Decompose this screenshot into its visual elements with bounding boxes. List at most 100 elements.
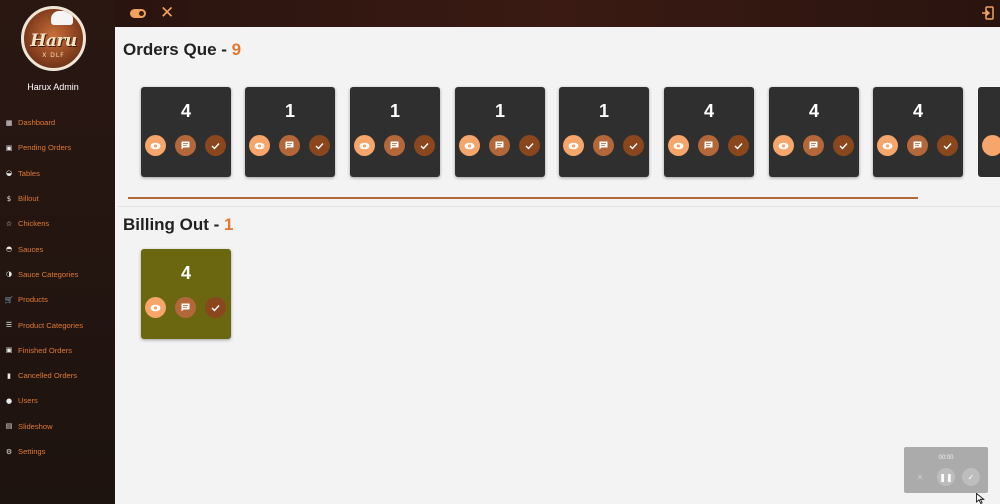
view-eye-icon[interactable] (145, 135, 166, 156)
calendar-check-icon: ▣ (5, 346, 13, 355)
admin-name: Harux Admin (27, 82, 79, 92)
sidebar-item-dashboard[interactable]: ▦ Dashboard (0, 110, 115, 135)
check-icon[interactable] (519, 135, 540, 156)
billing-out-label: Billing Out - (123, 215, 225, 234)
order-card[interactable]: 4 (141, 87, 231, 177)
section-separator (118, 206, 1000, 207)
check-icon[interactable] (623, 135, 644, 156)
images-icon: ▤ (5, 422, 13, 431)
view-eye-icon[interactable] (145, 297, 166, 318)
bowl-icon: ◓ (5, 245, 13, 254)
order-table-number: 4 (808, 101, 819, 121)
sidebar-item-sauce-categories[interactable]: ◑ Sauce Categories (0, 262, 115, 287)
order-card[interactable]: 1 (350, 87, 440, 177)
order-card-overflow[interactable] (978, 87, 1000, 177)
sidebar-item-tables[interactable]: ◒ Tables (0, 161, 115, 186)
screen-recorder-widget: 00:00 ✕ ❚❚ ✓ (904, 447, 988, 493)
check-icon[interactable] (728, 135, 749, 156)
category-icon: ◑ (5, 270, 13, 279)
check-icon[interactable] (414, 135, 435, 156)
order-card[interactable]: 1 (455, 87, 545, 177)
trash-icon: ▮ (7, 371, 11, 380)
order-card[interactable]: 4 (769, 87, 859, 177)
recorder-cancel-icon[interactable]: ✕ (911, 468, 929, 486)
check-icon[interactable] (833, 135, 854, 156)
check-icon[interactable] (937, 135, 958, 156)
dollar-icon: $ (6, 194, 12, 203)
logo-text: Haru (30, 31, 77, 51)
view-eye-icon[interactable] (982, 135, 1000, 156)
comment-icon[interactable] (175, 135, 196, 156)
sidebar-nav: ▦ Dashboard ▣ Pending Orders ◒ Tables $ … (0, 110, 115, 464)
user-icon: ● (5, 396, 13, 405)
sidebar-toggle-icon[interactable] (130, 9, 146, 18)
table-icon: ◒ (5, 169, 13, 178)
sidebar-item-label: Products (18, 295, 48, 305)
sidebar-item-label: Users (18, 396, 38, 406)
logo-subtext: X DLF (42, 52, 65, 59)
view-eye-icon[interactable] (249, 135, 270, 156)
comment-icon[interactable] (698, 135, 719, 156)
sidebar-item-settings[interactable]: ⚙ Settings (0, 439, 115, 464)
billing-table-number: 4 (180, 263, 191, 283)
check-icon[interactable] (205, 135, 226, 156)
order-table-number: 4 (912, 101, 923, 121)
mouse-cursor-icon (976, 493, 985, 504)
brand-logo[interactable]: Haru X DLF (21, 6, 86, 71)
sidebar-item-cancelled-orders[interactable]: ▮ Cancelled Orders (0, 363, 115, 388)
comment-icon[interactable] (279, 135, 300, 156)
sidebar-item-slideshow[interactable]: ▤ Slideshow (0, 414, 115, 439)
cart-icon: 🛒 (4, 295, 14, 304)
sidebar-item-product-categories[interactable]: ☰ Product Categories (0, 312, 115, 337)
dashboard-icon: ▦ (5, 118, 13, 127)
check-icon[interactable] (205, 297, 226, 318)
order-card[interactable]: 1 (559, 87, 649, 177)
logout-icon[interactable] (981, 6, 994, 20)
view-eye-icon[interactable] (563, 135, 584, 156)
sidebar-item-label: Slideshow (18, 421, 53, 431)
order-table-number: 1 (494, 101, 505, 121)
order-table-number: 4 (180, 101, 191, 121)
recorder-time: 00:00 (938, 455, 954, 461)
view-eye-icon[interactable] (877, 135, 898, 156)
star-icon: ☆ (5, 219, 13, 228)
sidebar-item-pending-orders[interactable]: ▣ Pending Orders (0, 135, 115, 160)
sidebar-item-label: Chickens (18, 219, 50, 229)
comment-icon[interactable] (593, 135, 614, 156)
sidebar-item-products[interactable]: 🛒 Products (0, 287, 115, 312)
close-icon[interactable]: ✕ (160, 3, 174, 23)
sidebar: Haru X DLF Harux Admin ▦ Dashboard ▣ Pen… (0, 0, 115, 504)
chef-hat-icon (51, 11, 73, 25)
comment-icon[interactable] (384, 135, 405, 156)
billing-out-title: Billing Out - 1 (123, 215, 234, 235)
order-card[interactable]: 4 (664, 87, 754, 177)
sidebar-item-finished-orders[interactable]: ▣ Finished Orders (0, 338, 115, 363)
comment-icon[interactable] (489, 135, 510, 156)
sidebar-item-label: Sauces (18, 244, 44, 254)
order-card[interactable]: 1 (245, 87, 335, 177)
view-eye-icon[interactable] (459, 135, 480, 156)
check-icon[interactable] (309, 135, 330, 156)
sidebar-item-label: Dashboard (18, 118, 56, 128)
comment-icon[interactable] (803, 135, 824, 156)
order-table-number: 1 (284, 101, 295, 121)
view-eye-icon[interactable] (668, 135, 689, 156)
comment-icon[interactable] (907, 135, 928, 156)
sidebar-item-chickens[interactable]: ☆ Chickens (0, 211, 115, 236)
orders-queue-title: Orders Que - 9 (123, 40, 241, 60)
view-eye-icon[interactable] (773, 135, 794, 156)
billing-card[interactable]: 4 (141, 249, 231, 339)
sidebar-item-label: Sauce Categories (18, 269, 79, 279)
order-card[interactable]: 4 (873, 87, 963, 177)
sidebar-item-label: Cancelled Orders (18, 371, 78, 381)
sidebar-item-sauces[interactable]: ◓ Sauces (0, 236, 115, 261)
orders-queue-label: Orders Que - (123, 40, 232, 59)
recorder-confirm-icon[interactable]: ✓ (962, 468, 980, 486)
sidebar-item-users[interactable]: ● Users (0, 388, 115, 413)
sidebar-item-label: Product Categories (18, 320, 84, 330)
recorder-pause-icon[interactable]: ❚❚ (937, 468, 955, 486)
comment-icon[interactable] (175, 297, 196, 318)
sidebar-item-billout[interactable]: $ Billout (0, 186, 115, 211)
gear-icon: ⚙ (5, 447, 13, 456)
view-eye-icon[interactable] (354, 135, 375, 156)
